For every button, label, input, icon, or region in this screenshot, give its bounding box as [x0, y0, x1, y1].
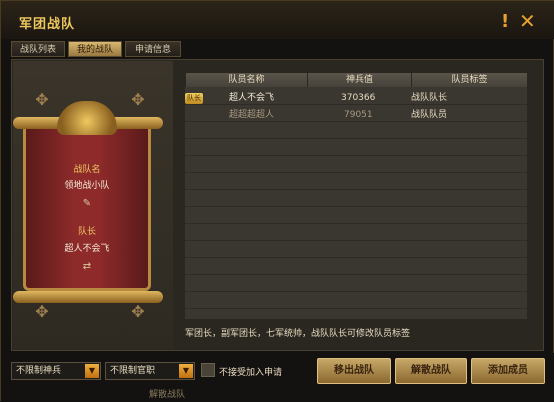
window-title: 军团战队 — [19, 17, 76, 32]
member-tag: 战队队员 — [411, 110, 448, 120]
rank-filter-value: 不限制官职 — [110, 366, 156, 376]
chain-icon: ✥ — [131, 90, 145, 109]
no-apply-label: 不接受加入申请 — [219, 368, 283, 378]
table-row — [185, 295, 527, 309]
edit-icon[interactable]: ✎ — [81, 198, 93, 210]
leader-badge: 队长 — [185, 93, 203, 104]
close-icon[interactable]: ✕ — [519, 9, 536, 33]
weapon-filter-value: 不限制神兵 — [16, 366, 62, 376]
title-bar: 军团战队 ! ✕ — [1, 1, 554, 39]
chain-icon: ✥ — [35, 302, 49, 321]
leader-name: 超人不会飞 — [64, 244, 110, 254]
add-member-button[interactable]: 添加成员 — [471, 358, 545, 384]
scroll-bottom-rod — [13, 291, 163, 303]
help-icon[interactable]: ! — [501, 11, 509, 32]
disband-team-button[interactable]: 解散战队 — [395, 358, 467, 384]
no-apply-checkbox[interactable] — [201, 363, 215, 377]
header-power: 神兵值 — [307, 73, 411, 87]
table-row — [185, 227, 527, 241]
table-header: 队员名称 神兵值 队员标签 — [185, 73, 527, 87]
header-tag: 队员标签 — [411, 73, 527, 87]
chevron-down-icon[interactable]: ▼ — [85, 364, 99, 378]
table-row — [185, 193, 527, 207]
table-row — [185, 278, 527, 292]
table-row — [185, 159, 527, 173]
rank-filter-select[interactable]: 不限制官职 ▼ — [105, 362, 195, 380]
member-power: 79051 — [344, 110, 373, 120]
table-row — [185, 142, 527, 156]
chain-icon: ✥ — [131, 302, 145, 321]
member-name: 超超超超人 — [229, 110, 275, 120]
footer-caption: 解散战队 — [149, 390, 186, 400]
team-name-value: 领地战小队 — [64, 181, 110, 191]
member-name: 超人不会飞 — [229, 93, 275, 103]
table-row — [185, 244, 527, 258]
tab-my-team[interactable]: 我的战队 — [68, 41, 122, 57]
table-row — [185, 125, 527, 139]
weapon-filter-select[interactable]: 不限制神兵 ▼ — [11, 362, 101, 380]
table-row — [185, 261, 527, 275]
tab-applications[interactable]: 申请信息 — [125, 41, 181, 57]
member-power: 370366 — [341, 93, 376, 103]
remove-member-button[interactable]: 移出战队 — [317, 358, 391, 384]
table-row — [185, 210, 527, 224]
chevron-down-icon[interactable]: ▼ — [179, 364, 193, 378]
table-row[interactable]: 超人不会飞 370366 战队队长 — [185, 91, 527, 105]
member-tag: 战队队长 — [411, 93, 448, 103]
chain-icon: ✥ — [35, 90, 49, 109]
permission-note: 军团长，副军团长，七军统帅，战队队长可修改队员标签 — [185, 329, 411, 339]
header-name: 队员名称 — [185, 73, 307, 87]
tab-team-list[interactable]: 战队列表 — [11, 41, 65, 57]
team-window: 军团战队 ! ✕ 战队列表 我的战队 申请信息 ✥ ✥ ✥ ✥ 战队名 领地战小… — [0, 0, 554, 402]
swap-icon[interactable]: ⇄ — [81, 261, 93, 273]
table-row[interactable]: 超超超超人 79051 战队队员 — [185, 108, 527, 122]
leader-label: 队长 — [77, 227, 96, 237]
table-row — [185, 176, 527, 190]
team-name-label: 战队名 — [73, 165, 101, 175]
